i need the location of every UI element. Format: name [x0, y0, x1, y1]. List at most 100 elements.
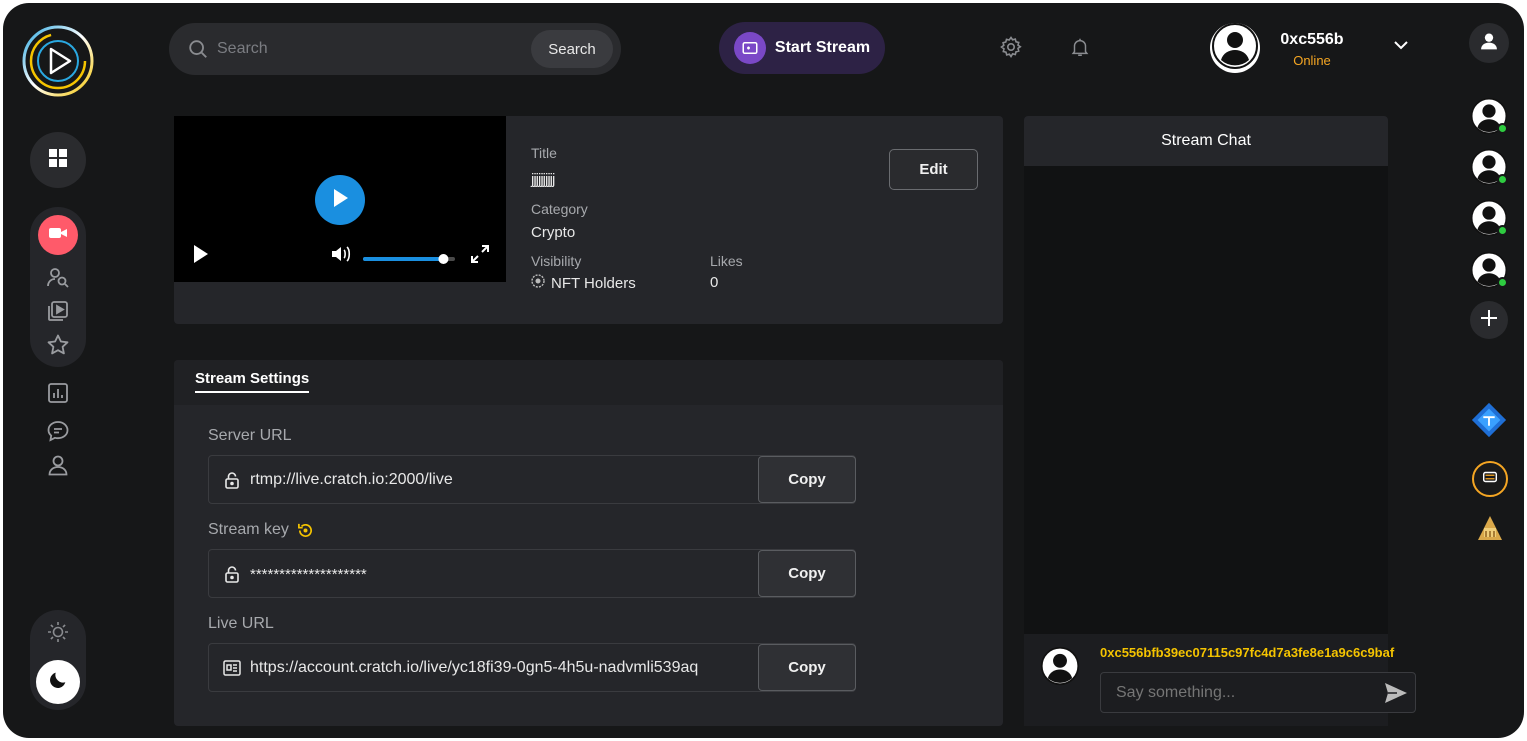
- play-icon: [331, 188, 349, 213]
- refresh-icon: [297, 523, 312, 537]
- friend-avatar-4[interactable]: [1470, 251, 1510, 291]
- stream-chat-panel: Stream Chat: [1024, 116, 1388, 726]
- user-status: Online: [1293, 53, 1331, 68]
- volume-track: [363, 254, 455, 264]
- app-logo[interactable]: [20, 23, 96, 99]
- rail-item-live[interactable]: [38, 215, 78, 255]
- friend-avatar-3[interactable]: [1470, 199, 1510, 239]
- video-camera-icon: [48, 225, 68, 246]
- lock-icon: [224, 471, 240, 494]
- star-icon: [46, 333, 70, 362]
- rail-item-analytics[interactable]: [44, 381, 72, 409]
- server-url-label: Server URL: [208, 427, 292, 444]
- chat-input-field[interactable]: [1100, 672, 1416, 713]
- gear-icon: [999, 35, 1023, 64]
- orange-token-icon: [1481, 468, 1499, 491]
- visibility-value-row: NFT Holders: [531, 274, 636, 293]
- bar-chart-icon: [46, 381, 70, 410]
- browser-page-icon: [223, 660, 241, 681]
- theme-toggle: [30, 610, 86, 710]
- chat-user-avatar: [1040, 646, 1082, 688]
- video-player: [174, 116, 506, 282]
- regenerate-key-button[interactable]: [297, 522, 314, 539]
- notifications-button[interactable]: [1066, 35, 1094, 63]
- category-value: Crypto: [531, 224, 576, 241]
- avatar-icon: [1212, 22, 1258, 74]
- fullscreen-icon: [470, 244, 490, 269]
- chat-input[interactable]: [1116, 673, 1376, 712]
- start-stream-button[interactable]: Start Stream: [719, 22, 885, 74]
- avatar-icon: [1040, 646, 1080, 686]
- stream-key-value: ********************: [250, 566, 367, 583]
- light-mode-button[interactable]: [44, 620, 72, 648]
- rail-item-following[interactable]: [44, 265, 72, 293]
- chat-header: Stream Chat: [1024, 116, 1388, 166]
- nft-badge-icon: [531, 274, 545, 293]
- settings-button[interactable]: [997, 35, 1025, 63]
- likes-label: Likes: [710, 253, 743, 269]
- volume-knob[interactable]: [438, 254, 449, 264]
- stream-key-label-row: Stream key: [208, 521, 314, 539]
- rail-item-videos[interactable]: [44, 299, 72, 327]
- friend-avatar-1[interactable]: [1470, 97, 1510, 137]
- volume-slider[interactable]: [363, 251, 455, 264]
- mute-button[interactable]: [330, 244, 354, 268]
- user-search-icon: [46, 265, 70, 294]
- stream-info-card: Title jjjjjjjjjj Category Crypto Visibil…: [174, 116, 1003, 324]
- category-label: Category: [531, 201, 588, 217]
- send-icon: [1385, 683, 1407, 703]
- rail-item-favorites[interactable]: [44, 333, 72, 361]
- user-icon: [1479, 31, 1499, 56]
- user-info: 0xc556b Online: [1272, 31, 1352, 68]
- sun-icon: [46, 620, 70, 649]
- network-button-1[interactable]: [1469, 402, 1509, 442]
- likes-value: 0: [710, 274, 719, 291]
- play-pause-button[interactable]: [190, 244, 212, 268]
- network-button-3[interactable]: [1472, 513, 1508, 549]
- stream-key-field[interactable]: ******************** Copy: [208, 549, 856, 598]
- chat-bubble-icon: [46, 419, 70, 448]
- send-button[interactable]: [1384, 682, 1408, 709]
- user-menu-toggle[interactable]: [1389, 35, 1413, 59]
- live-url-field[interactable]: https://account.cratch.io/live/yc18fi39-…: [208, 643, 856, 692]
- copy-live-url-button[interactable]: Copy: [758, 644, 856, 691]
- rail-item-messages[interactable]: [44, 419, 72, 447]
- visibility-value: NFT Holders: [551, 275, 636, 292]
- search-bar: Search: [169, 23, 621, 75]
- big-play-button[interactable]: [315, 175, 365, 225]
- plus-icon: [1479, 308, 1499, 333]
- volume-icon: [331, 245, 353, 268]
- dashboard-button[interactable]: [30, 132, 86, 188]
- bell-icon: [1069, 35, 1091, 64]
- rail-item-profile[interactable]: [44, 453, 72, 481]
- user-avatar[interactable]: [1210, 22, 1260, 74]
- grid-icon: [49, 148, 67, 172]
- tab-stream-settings[interactable]: Stream Settings: [195, 370, 310, 393]
- online-indicator: [1497, 277, 1508, 288]
- search-button[interactable]: Search: [531, 30, 613, 68]
- copy-stream-key-button[interactable]: Copy: [758, 550, 856, 597]
- server-url-field[interactable]: rtmp://live.cratch.io:2000/live Copy: [208, 455, 856, 504]
- dark-mode-button[interactable]: [36, 660, 80, 704]
- edit-button[interactable]: Edit: [889, 149, 978, 190]
- network-button-2[interactable]: [1472, 461, 1508, 497]
- visibility-label: Visibility: [531, 253, 582, 269]
- stream-settings-card: Stream Settings Server URL rtmp://live.c…: [174, 360, 1003, 726]
- search-input[interactable]: [217, 23, 517, 75]
- fullscreen-button[interactable]: [468, 244, 492, 268]
- start-stream-label: Start Stream: [774, 39, 871, 56]
- chevron-down-icon: [1393, 37, 1409, 58]
- moon-icon: [47, 669, 69, 696]
- online-indicator: [1497, 174, 1508, 185]
- add-friend-button[interactable]: [1470, 301, 1508, 339]
- online-indicator: [1497, 123, 1508, 134]
- server-url-value: rtmp://live.cratch.io:2000/live: [250, 471, 453, 488]
- online-indicator: [1497, 225, 1508, 236]
- live-url-label: Live URL: [208, 615, 274, 632]
- friend-avatar-2[interactable]: [1470, 148, 1510, 188]
- user-icon: [46, 453, 70, 482]
- chat-wallet-address: 0xc556bfb39ec07115c97fc4d7a3fe8e1a9c6c9b…: [1100, 645, 1395, 660]
- profile-quick-button[interactable]: [1469, 23, 1509, 63]
- blue-diamond-token-icon: [1470, 401, 1508, 444]
- copy-server-url-button[interactable]: Copy: [758, 456, 856, 503]
